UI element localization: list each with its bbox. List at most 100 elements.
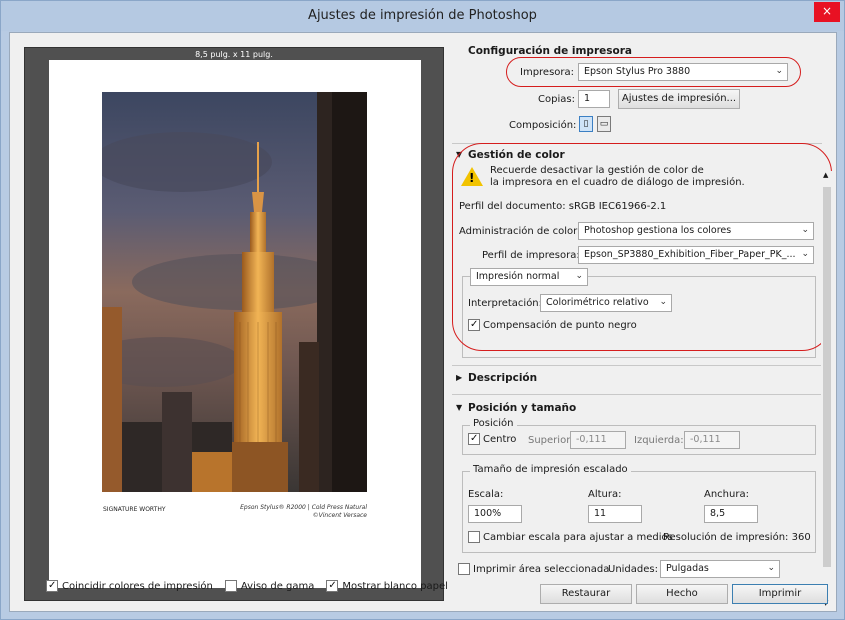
title-bar: Ajustes de impresión de Photoshop × xyxy=(1,1,844,31)
section-divider xyxy=(452,143,822,144)
caption-line-2: ©Vincent Versace xyxy=(312,512,367,519)
settings-scrollbar[interactable]: ▲ ▼ xyxy=(821,171,833,607)
section-divider xyxy=(452,365,822,366)
print-settings-window: Ajustes de impresión de Photoshop × 8,5 … xyxy=(0,0,845,620)
landscape-icon[interactable]: ▭ xyxy=(597,116,611,132)
document-profile: Perfil del documento: sRGB IEC61966-2.1 xyxy=(459,201,667,212)
print-button[interactable]: Imprimir xyxy=(732,584,828,604)
rendering-intent-select[interactable]: Colorimétrico relativo ⌄ xyxy=(540,294,672,312)
scaled-size-group-label: Tamaño de impresión escalado xyxy=(470,464,631,475)
gamut-warning-checkbox[interactable] xyxy=(224,580,237,592)
chevron-down-icon: ⌄ xyxy=(575,271,583,281)
left-label: Izquierda: xyxy=(634,435,684,446)
paper-size-label: 8,5 pulg. x 11 pulg. xyxy=(195,50,273,59)
width-input[interactable]: 8,5 xyxy=(704,505,758,523)
center-option[interactable]: Centro xyxy=(468,433,516,445)
printer-profile-label: Perfil de impresora: xyxy=(482,250,580,261)
scrollbar-thumb[interactable] xyxy=(823,187,831,567)
width-label: Anchura: xyxy=(704,489,749,500)
center-checkbox[interactable] xyxy=(468,433,480,445)
color-handling-label: Administración de color: xyxy=(459,226,581,237)
layout-label: Composición: xyxy=(509,120,577,131)
chevron-down-icon: ⌄ xyxy=(767,563,775,573)
chevron-down-icon: ⌄ xyxy=(659,297,667,307)
print-preview: 8,5 pulg. x 11 pulg. SIGNATURE WORTHY Ep… xyxy=(24,47,444,601)
print-mode-group xyxy=(462,276,816,358)
print-selected-area-checkbox[interactable] xyxy=(458,563,470,575)
copies-label: Copias: xyxy=(538,94,575,105)
city-photo-illustration xyxy=(102,92,367,492)
photo-caption: Epson Stylus® R2000 | Cold Press Natural… xyxy=(240,504,367,520)
window-title: Ajustes de impresión de Photoshop xyxy=(308,8,537,23)
section-divider xyxy=(452,394,822,395)
chevron-down-icon: ⌄ xyxy=(775,66,783,76)
collapse-triangle-icon[interactable]: ▼ xyxy=(456,403,462,412)
gamut-warning-label: Aviso de gama xyxy=(240,580,315,592)
preview-options: Coincidir colores de impresión Aviso de … xyxy=(46,578,448,594)
scale-label: Escala: xyxy=(468,489,504,500)
top-input[interactable]: -0,111 xyxy=(570,431,626,449)
warning-exclamation: ! xyxy=(469,171,475,185)
print-mode-value: Impresión normal xyxy=(476,271,560,282)
top-label: Superior: xyxy=(528,435,574,446)
print-resolution: Resolución de impresión: 360 xyxy=(663,532,811,543)
show-paper-white-checkbox[interactable] xyxy=(326,580,339,592)
scale-input[interactable]: 100% xyxy=(468,505,522,523)
scale-to-fit-checkbox[interactable] xyxy=(468,531,480,543)
expand-triangle-icon[interactable]: ▶ xyxy=(456,373,462,382)
printer-profile-value: Epson_SP3880_Exhibition_Fiber_Paper_PK_.… xyxy=(584,249,796,260)
signature-logo: SIGNATURE WORTHY xyxy=(103,506,166,513)
warning-text-1: Recuerde desactivar la gestión de color … xyxy=(490,165,704,176)
print-selected-area-label: Imprimir área seleccionada xyxy=(473,563,610,575)
printer-label: Impresora: xyxy=(520,67,575,78)
match-print-colors-label: Coincidir colores de impresión xyxy=(62,580,213,592)
gamut-warning-option[interactable]: Aviso de gama xyxy=(224,580,315,592)
match-print-colors-checkbox[interactable] xyxy=(46,580,58,592)
done-button[interactable]: Hecho xyxy=(636,584,728,604)
left-input[interactable]: -0,111 xyxy=(684,431,740,449)
height-input[interactable]: 11 xyxy=(588,505,642,523)
position-size-title: Posición y tamaño xyxy=(468,402,577,414)
settings-panel: Configuración de impresora Impresora: Ep… xyxy=(448,39,833,607)
show-paper-white-label: Mostrar blanco papel xyxy=(342,580,448,592)
description-title[interactable]: Descripción xyxy=(468,372,537,384)
match-print-colors-option[interactable]: Coincidir colores de impresión xyxy=(46,580,213,592)
units-label: Unidades: xyxy=(608,564,658,575)
units-value: Pulgadas xyxy=(666,563,709,574)
print-settings-button[interactable]: Ajustes de impresión... xyxy=(618,89,740,109)
height-label: Altura: xyxy=(588,489,622,500)
black-point-label: Compensación de punto negro xyxy=(483,319,637,331)
show-paper-white-option[interactable]: Mostrar blanco papel xyxy=(326,580,448,592)
caption-line-1: Epson Stylus® R2000 | Cold Press Natural xyxy=(240,504,367,511)
scale-to-fit-label: Cambiar escala para ajustar a medios xyxy=(483,531,673,543)
center-label: Centro xyxy=(483,433,517,445)
dialog-client-area: 8,5 pulg. x 11 pulg. SIGNATURE WORTHY Ep… xyxy=(9,32,837,612)
reset-button[interactable]: Restaurar xyxy=(540,584,632,604)
collapse-triangle-icon[interactable]: ▼ xyxy=(456,150,462,159)
copies-input[interactable]: 1 xyxy=(578,90,610,108)
printer-select-value: Epson Stylus Pro 3880 xyxy=(584,66,691,77)
color-handling-value: Photoshop gestiona los colores xyxy=(584,225,732,236)
black-point-checkbox[interactable] xyxy=(468,319,480,331)
rendering-intent-label: Interpretación: xyxy=(468,298,543,309)
preview-paper: SIGNATURE WORTHY Epson Stylus® R2000 | C… xyxy=(49,60,421,588)
chevron-down-icon: ⌄ xyxy=(801,249,809,259)
print-selected-area-option[interactable]: Imprimir área seleccionada xyxy=(458,563,609,575)
scroll-up-icon[interactable]: ▲ xyxy=(823,171,828,179)
units-select[interactable]: Pulgadas ⌄ xyxy=(660,560,780,578)
close-button[interactable]: × xyxy=(814,2,840,22)
printer-profile-select[interactable]: Epson_SP3880_Exhibition_Fiber_Paper_PK_.… xyxy=(578,246,814,264)
color-handling-select[interactable]: Photoshop gestiona los colores ⌄ xyxy=(578,222,814,240)
scale-to-fit-option[interactable]: Cambiar escala para ajustar a medios xyxy=(468,531,673,543)
position-group-label: Posición xyxy=(470,418,517,429)
rendering-intent-value: Colorimétrico relativo xyxy=(546,297,649,308)
color-management-title: Gestión de color xyxy=(468,149,565,161)
printer-setup-title: Configuración de impresora xyxy=(468,45,632,57)
print-mode-select[interactable]: Impresión normal ⌄ xyxy=(470,268,588,286)
portrait-icon[interactable]: ▯ xyxy=(579,116,593,132)
warning-text-2: la impresora en el cuadro de diálogo de … xyxy=(490,177,745,188)
printer-select[interactable]: Epson Stylus Pro 3880 ⌄ xyxy=(578,63,788,81)
preview-photo xyxy=(102,92,367,492)
chevron-down-icon: ⌄ xyxy=(801,225,809,235)
black-point-option[interactable]: Compensación de punto negro xyxy=(468,319,637,331)
